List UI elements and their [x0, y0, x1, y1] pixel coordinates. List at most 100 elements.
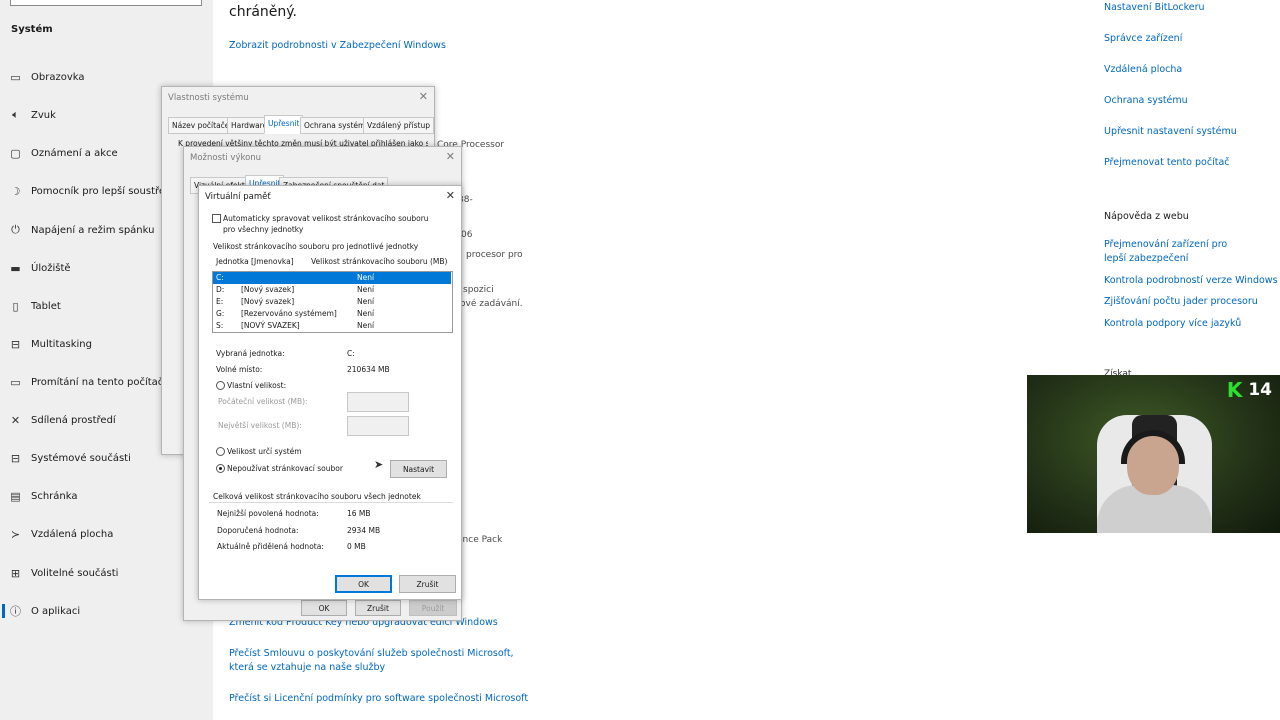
rename-pc-link[interactable]: Přejmenovat tento počítač — [1104, 156, 1280, 170]
cancel-button[interactable]: Zrušit — [399, 575, 456, 593]
virtual-memory-dialog: Virtuální paměť ✕ Automaticky spravovat … — [198, 185, 462, 600]
tab-computer-name[interactable]: Název počítače — [168, 117, 234, 134]
projection-icon: ▭ — [10, 375, 21, 389]
system-protection-link[interactable]: Ochrana systému — [1104, 94, 1280, 108]
max-size-input[interactable] — [347, 416, 409, 436]
dialog-title: Možnosti výkonu — [190, 153, 262, 163]
list-item[interactable]: E: [Nový svazek] Není — [213, 296, 451, 308]
apply-button: Použít — [409, 600, 457, 616]
tab-remote[interactable]: Vzdálený přístup — [363, 117, 434, 134]
security-details-link[interactable]: Zobrazit podrobnosti v Zabezpečení Windo… — [229, 39, 446, 53]
monitor-icon: ▭ — [10, 70, 21, 84]
recommended-label: Doporučená hodnota: — [217, 526, 299, 535]
free-space-value: 210634 MB — [347, 365, 390, 374]
ok-button[interactable]: OK — [301, 600, 347, 616]
list-item[interactable]: C: Není — [213, 272, 451, 284]
sidebar-item-label: Úložiště — [31, 262, 71, 274]
share-icon: ✕ — [10, 413, 21, 427]
current-value: 0 MB — [347, 542, 366, 551]
power-icon: ⏻ — [11, 223, 20, 236]
list-item[interactable]: S: [NOVÝ SVAZEK] Není — [213, 320, 451, 332]
recommended-value: 2934 MB — [347, 526, 381, 535]
system-managed-label: Velikost určí systém — [227, 447, 302, 456]
text-fragment: 06 — [461, 230, 473, 240]
search-input[interactable] — [10, 0, 202, 6]
initial-size-label: Počáteční velikost (MB): — [218, 397, 308, 406]
page-heading-fragment: chráněný. — [229, 4, 298, 20]
remote-desktop-link[interactable]: Vzdálená plocha — [1104, 63, 1280, 77]
auto-manage-label: Automaticky spravovat velikost stránkova… — [223, 214, 429, 235]
advanced-system-settings-link[interactable]: Upřesnit nastavení systému — [1104, 125, 1280, 139]
webcam-overlay: K 14 — [1027, 375, 1280, 533]
text-fragment: ence Pack — [457, 535, 503, 545]
close-icon[interactable]: ✕ — [419, 90, 428, 103]
column-header-drive: Jednotka [Jmenovka] — [216, 257, 294, 266]
license-terms-link[interactable]: Přečíst si Licenční podmínky pro softwar… — [229, 692, 528, 706]
multitasking-icon: ⊟ — [10, 337, 21, 351]
bitlocker-settings-link[interactable]: Nastavení BitLockeru — [1104, 1, 1280, 15]
current-label: Aktuálně přidělená hodnota: — [217, 542, 324, 551]
custom-size-radio[interactable] — [216, 381, 225, 390]
optional-features-icon: ⊞ — [10, 566, 21, 580]
sidebar-item-label: O aplikaci — [31, 605, 81, 617]
clipboard-icon: ▤ — [10, 489, 21, 503]
paging-group-title: Velikost stránkovacího souboru pro jedno… — [213, 242, 419, 251]
info-icon: ⓘ — [10, 605, 21, 618]
sidebar-item-remote-desktop[interactable]: ≻ Vzdálená plocha — [0, 522, 213, 546]
custom-size-label: Vlastní velikost: — [227, 381, 287, 390]
services-agreement-link[interactable]: Přečíst Smlouvu o poskytování služeb spo… — [229, 647, 529, 675]
badge-number: 14 — [1248, 380, 1272, 400]
drive-list[interactable]: C: Není D: [Nový svazek] Není E: [Nový s… — [212, 271, 453, 333]
close-icon[interactable]: ✕ — [446, 150, 455, 163]
sidebar-item-label: Multitasking — [31, 338, 92, 350]
auto-manage-checkbox[interactable] — [212, 214, 221, 223]
system-managed-radio[interactable] — [216, 447, 225, 456]
web-help-heading: Nápověda z webu — [1104, 211, 1189, 222]
text-fragment: ové zadávání. — [460, 299, 523, 309]
web-help-link[interactable]: Kontrola podpory více jazyků — [1104, 317, 1280, 331]
moon-icon: ☽ — [10, 184, 21, 198]
notification-icon: ▢ — [10, 146, 21, 160]
web-help-link[interactable]: Zjišťování počtu jader procesoru — [1104, 295, 1280, 309]
sidebar-item-label: Zvuk — [31, 109, 56, 121]
no-paging-radio[interactable] — [216, 464, 225, 473]
speaker-icon: 🔈︎ — [12, 108, 19, 121]
group-divider — [209, 502, 453, 503]
sidebar-item-clipboard[interactable]: ▤ Schránka — [0, 484, 213, 508]
sidebar-item-label: Oznámení a akce — [31, 147, 118, 159]
sidebar-item-label: Promítání na tento počítač — [31, 376, 164, 388]
free-space-label: Volné místo: — [216, 365, 263, 374]
list-item[interactable]: D: [Nový svazek] Není — [213, 284, 451, 296]
mouse-cursor-icon: ➤ — [374, 458, 384, 471]
sidebar-item-label: Sdílená prostředí — [31, 414, 116, 426]
sidebar-section-title: Systém — [11, 24, 53, 35]
storage-icon: ▬ — [10, 261, 21, 275]
close-icon[interactable]: ✕ — [446, 189, 455, 202]
dialog-title: Vlastnosti systému — [168, 93, 249, 103]
sidebar-item-label: Tablet — [31, 300, 61, 312]
cancel-button[interactable]: Zrušit — [355, 600, 401, 616]
web-help-link[interactable]: Kontrola podrobností verze Windows — [1104, 274, 1280, 288]
set-button[interactable]: Nastavit — [390, 460, 447, 478]
web-help-link[interactable]: Přejmenování zařízení pro lepší zabezpeč… — [1104, 238, 1244, 266]
components-icon: ⊟ — [10, 451, 21, 465]
sidebar-item-label: Volitelné součásti — [31, 567, 119, 579]
sidebar-item-optional-features[interactable]: ⊞ Volitelné součásti — [0, 561, 213, 585]
remote-icon: ≻ — [10, 527, 21, 541]
max-size-label: Největší velikost (MB): — [218, 421, 302, 430]
text-fragment: procesor pro — [466, 250, 523, 260]
list-item[interactable]: G: [Rezervováno systémem] Není — [213, 308, 451, 320]
selected-drive-label: Vybraná jednotka: — [216, 349, 285, 358]
k-logo-icon: K — [1226, 378, 1243, 402]
ok-button[interactable]: OK — [335, 575, 392, 593]
initial-size-input[interactable] — [347, 392, 409, 412]
tab-advanced[interactable]: Upřesnit — [264, 115, 304, 134]
min-allowed-value: 16 MB — [347, 509, 371, 518]
device-manager-link[interactable]: Správce zařízení — [1104, 32, 1280, 46]
text-fragment: spozici — [463, 285, 494, 295]
sidebar-item-label: Obrazovka — [31, 71, 85, 83]
selected-drive-value: C: — [347, 349, 355, 358]
stream-badge: K 14 — [1227, 378, 1272, 402]
min-allowed-label: Nejnižší povolená hodnota: — [217, 509, 319, 518]
sidebar-item-about[interactable]: ⓘ O aplikaci — [0, 599, 213, 623]
